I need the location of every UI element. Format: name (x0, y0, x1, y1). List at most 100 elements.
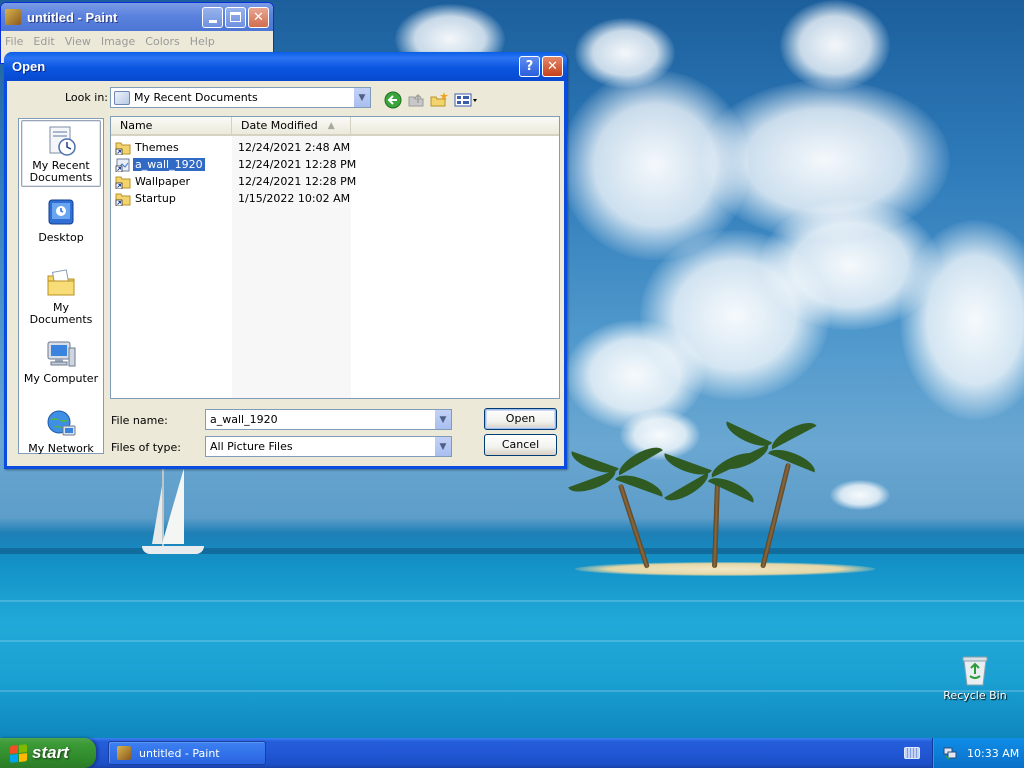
file-row[interactable]: Themes 12/24/2021 2:48 AM (115, 139, 555, 156)
file-name-value: a_wall_1920 (210, 413, 278, 426)
files-of-type-dropdown[interactable]: All Picture Files ▼ (205, 436, 452, 457)
file-name: Themes (135, 141, 179, 154)
file-date: 12/24/2021 12:28 PM (238, 158, 357, 171)
up-folder-button[interactable] (406, 90, 426, 110)
view-menu-icon (454, 93, 477, 107)
taskbar-item-paint[interactable]: untitled - Paint (108, 741, 266, 765)
view-menu-button[interactable] (453, 90, 479, 110)
file-name: Startup (135, 192, 176, 205)
place-label: My Recent Documents (29, 159, 93, 184)
menu-file[interactable]: File (5, 35, 23, 48)
back-arrow-icon (384, 91, 402, 109)
cancel-button[interactable]: Cancel (484, 434, 557, 456)
paint-app-icon (5, 9, 21, 25)
file-name: a_wall_1920 (133, 158, 205, 171)
my-documents-icon (45, 267, 77, 299)
menu-help[interactable]: Help (190, 35, 215, 48)
help-icon: ? (525, 59, 534, 74)
menu-edit[interactable]: Edit (33, 35, 54, 48)
dialog-titlebar[interactable]: Open ? ✕ (4, 52, 567, 81)
water-ripple (0, 690, 1024, 692)
recycle-bin[interactable]: Recycle Bin (940, 654, 1010, 702)
folder-shortcut-icon (115, 192, 131, 206)
my-network-icon (45, 408, 77, 440)
water-ripple (0, 640, 1024, 642)
up-folder-icon (408, 93, 424, 107)
chevron-down-icon[interactable]: ▼ (353, 88, 370, 107)
paint-titlebar[interactable]: untitled - Paint ✕ (1, 3, 273, 31)
desktop-icon (45, 197, 77, 229)
file-name: Wallpaper (135, 175, 191, 188)
image-shortcut-icon (115, 158, 131, 172)
files-of-type-label: Files of type: (111, 441, 182, 454)
recent-documents-icon (45, 125, 77, 157)
minimize-button[interactable] (202, 6, 223, 28)
paint-menubar: File Edit View Image Colors Help (1, 31, 273, 51)
my-computer-icon (45, 338, 77, 370)
file-date: 12/24/2021 12:28 PM (238, 175, 357, 188)
file-name-input[interactable]: a_wall_1920 ▼ (205, 409, 452, 430)
taskbar-item-label: untitled - Paint (139, 746, 220, 760)
maximize-icon (230, 12, 241, 22)
column-header-name[interactable]: Name (111, 117, 232, 136)
column-header-empty (351, 117, 559, 136)
place-desktop[interactable]: Desktop (21, 193, 101, 244)
dialog-title: Open (12, 59, 46, 74)
chevron-down-icon[interactable]: ▼ (434, 410, 451, 429)
file-list[interactable]: Name Date Modified ▲ Themes 12/24/2021 2… (110, 116, 560, 399)
places-bar: My Recent Documents Desktop My Documents… (18, 118, 104, 455)
system-tray: 10:33 AM (932, 738, 1024, 768)
place-my-network[interactable]: My Network (21, 404, 101, 455)
recent-documents-icon (114, 90, 130, 105)
column-label: Date Modified (241, 119, 318, 132)
minimize-icon (208, 19, 217, 23)
file-row[interactable]: Wallpaper 12/24/2021 12:28 PM (115, 173, 555, 190)
wallpaper-cloud (780, 0, 890, 90)
folder-shortcut-icon (115, 141, 131, 155)
column-label: Name (120, 119, 153, 132)
place-my-recent-documents[interactable]: My Recent Documents (21, 120, 101, 187)
files-of-type-value: All Picture Files (210, 440, 293, 453)
file-name-label: File name: (111, 414, 168, 427)
help-button[interactable]: ? (519, 56, 540, 77)
wallpaper-cloud (830, 480, 890, 510)
menu-view[interactable]: View (65, 35, 91, 48)
wallpaper-cloud (565, 320, 705, 430)
look-in-value: My Recent Documents (134, 91, 258, 104)
open-dialog[interactable]: Open ? ✕ Look in: My Recent Documents ▼ … (4, 52, 567, 469)
island (575, 562, 875, 576)
paint-app-icon (117, 746, 131, 760)
dialog-close-button[interactable]: ✕ (542, 56, 563, 77)
maximize-button[interactable] (225, 6, 246, 28)
close-button[interactable]: ✕ (248, 6, 269, 28)
water-ripple (0, 600, 1024, 602)
place-label: My Computer (23, 372, 99, 385)
chevron-down-icon[interactable]: ▼ (434, 437, 451, 456)
file-row-selected[interactable]: a_wall_1920 12/24/2021 12:28 PM (115, 156, 555, 173)
menu-image[interactable]: Image (101, 35, 135, 48)
sailboat (140, 468, 206, 560)
windows-logo-icon (10, 743, 27, 763)
start-label: start (32, 743, 69, 762)
start-button[interactable]: start (0, 738, 96, 768)
look-in-dropdown[interactable]: My Recent Documents ▼ (110, 87, 371, 108)
column-header-date-modified[interactable]: Date Modified ▲ (232, 117, 351, 136)
back-button[interactable] (383, 90, 403, 110)
file-row[interactable]: Startup 1/15/2022 10:02 AM (115, 190, 555, 207)
file-date: 12/24/2021 2:48 AM (238, 141, 351, 154)
look-in-label: Look in: (65, 91, 108, 104)
sort-ascending-icon: ▲ (327, 120, 335, 131)
paint-window-title: untitled - Paint (27, 9, 118, 25)
menu-colors[interactable]: Colors (145, 35, 179, 48)
file-date: 1/15/2022 10:02 AM (238, 192, 351, 205)
wallpaper-cloud (620, 410, 700, 460)
place-my-computer[interactable]: My Computer (21, 334, 101, 386)
place-label: My Network (28, 442, 94, 455)
new-folder-icon (430, 92, 448, 107)
network-status-icon[interactable] (943, 746, 957, 760)
place-my-documents[interactable]: My Documents (21, 263, 101, 326)
clock[interactable]: 10:33 AM (967, 747, 1019, 760)
keyboard-icon[interactable] (904, 747, 920, 759)
new-folder-button[interactable] (429, 90, 449, 110)
open-button[interactable]: Open (484, 408, 557, 430)
